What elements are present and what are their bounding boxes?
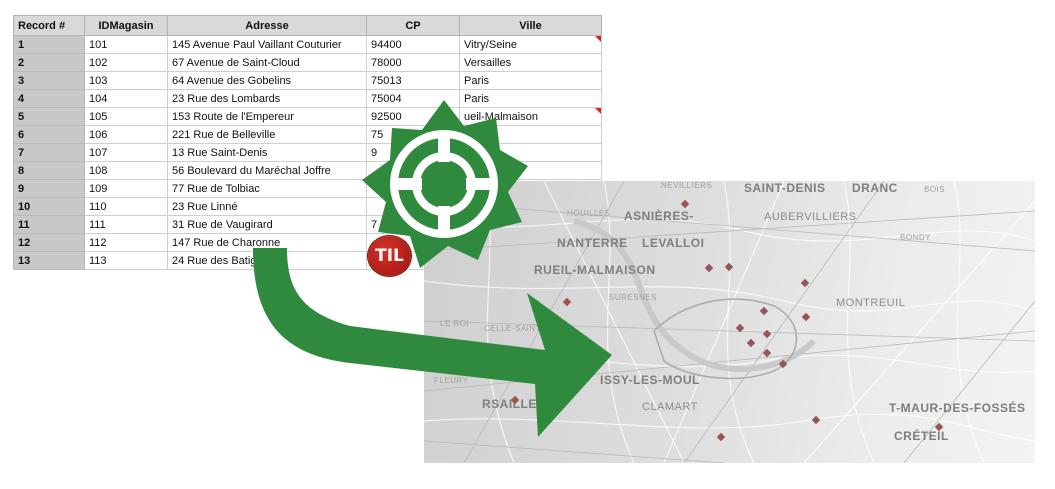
til-badge: TIL [368,236,411,276]
